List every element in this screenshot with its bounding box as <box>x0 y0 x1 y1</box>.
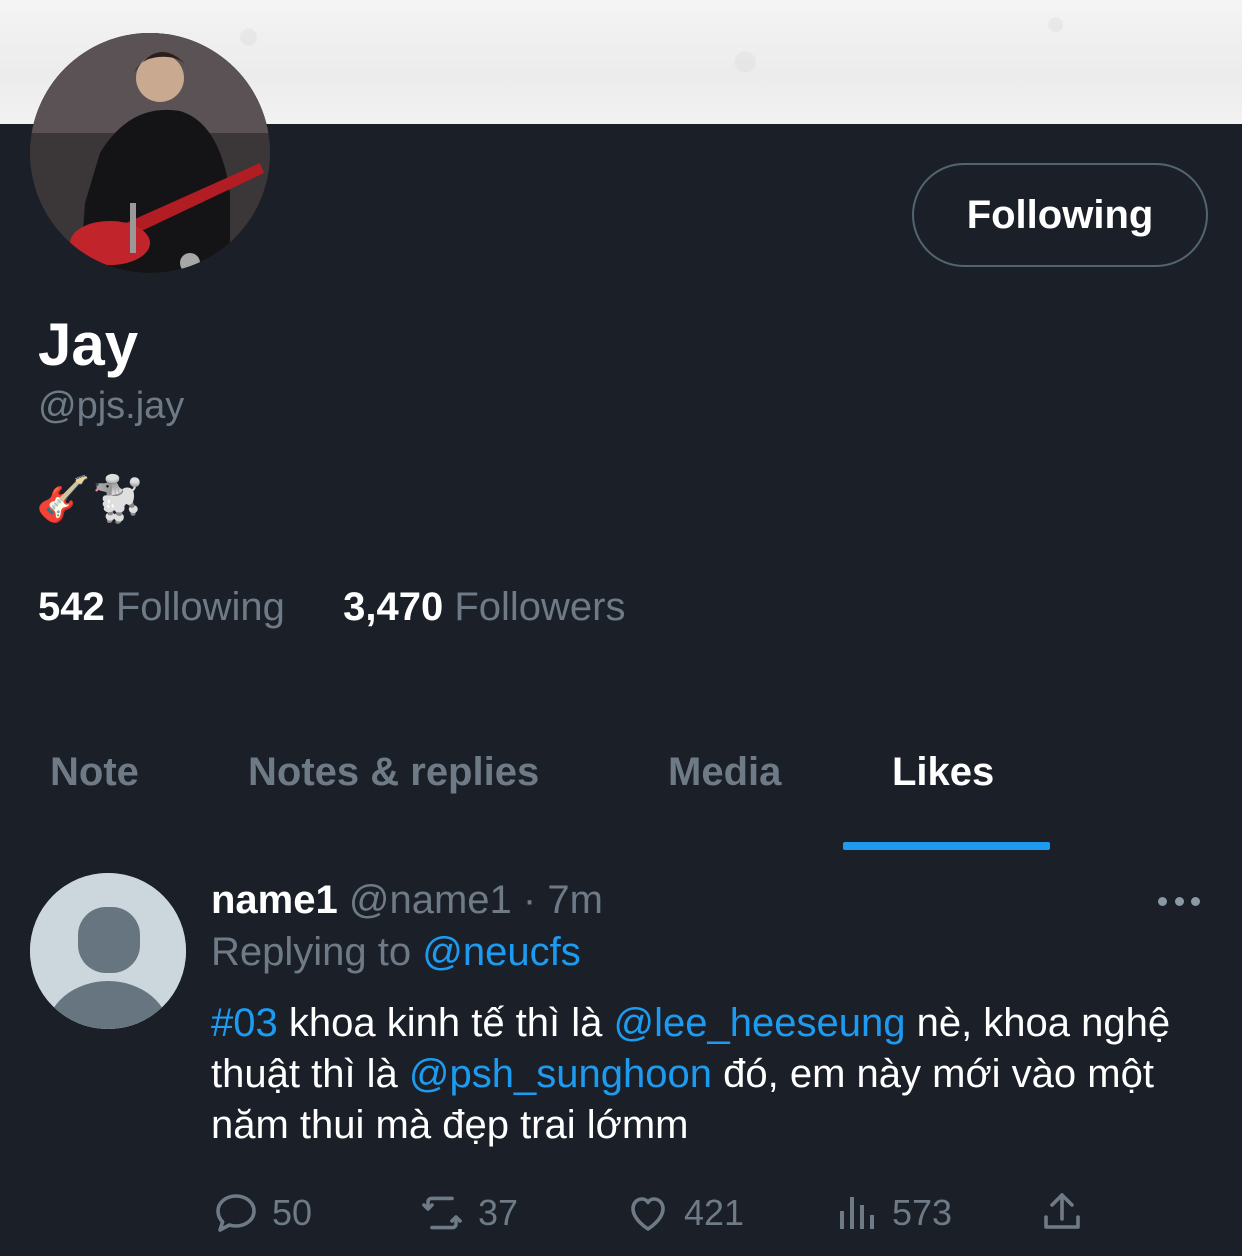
profile-handle: @pjs.jay <box>38 385 185 427</box>
post-actions: 50 37 421 573 <box>0 1185 1242 1241</box>
replying-prefix: Replying to <box>211 930 412 974</box>
profile-stats: 542 Following 3,470 Followers <box>38 585 625 630</box>
replying-to-link[interactable]: @neucfs <box>422 930 580 974</box>
views-count: 573 <box>892 1192 953 1233</box>
reply-count: 50 <box>272 1192 313 1233</box>
share-icon <box>1044 1193 1080 1229</box>
heart-icon <box>631 1197 665 1231</box>
post-time[interactable]: 7m <box>547 878 603 922</box>
post-author-name[interactable]: name1 <box>211 878 338 922</box>
followers-stat[interactable]: 3,470 Followers <box>343 585 625 629</box>
hashtag-link[interactable]: #03 <box>211 1001 278 1045</box>
post-header: name1 @name1 · 7m <box>211 878 603 923</box>
mention-link[interactable]: @psh_sunghoon <box>409 1052 712 1096</box>
tab-note[interactable]: Note <box>50 750 139 795</box>
views-icon <box>840 1197 874 1229</box>
post-text: #03 khoa kinh tế thì là @lee_heeseung nè… <box>211 998 1211 1151</box>
tab-likes[interactable]: Likes <box>892 750 994 795</box>
reply-button[interactable]: 50 <box>212 1185 312 1241</box>
post-author-avatar[interactable] <box>30 873 186 1029</box>
following-button[interactable]: Following <box>912 163 1208 267</box>
profile-avatar-image <box>30 33 270 273</box>
profile-avatar[interactable] <box>30 33 270 273</box>
mention-link[interactable]: @lee_heeseung <box>614 1001 906 1045</box>
like-button[interactable]: 421 <box>624 1185 744 1241</box>
tab-media[interactable]: Media <box>668 750 781 795</box>
like-count: 421 <box>684 1192 745 1233</box>
profile-display-name: Jay <box>38 311 139 378</box>
following-stat[interactable]: 542 Following <box>38 585 296 629</box>
active-tab-indicator <box>843 842 1050 850</box>
tab-notes-replies[interactable]: Notes & replies <box>248 750 539 795</box>
repost-icon <box>422 1196 462 1230</box>
following-label: Following <box>115 585 285 629</box>
default-avatar-icon <box>30 873 186 1029</box>
followers-label: Followers <box>454 585 626 629</box>
post-separator: · <box>522 878 537 922</box>
post-author-handle[interactable]: @name1 <box>349 878 512 922</box>
share-button[interactable] <box>1038 1185 1098 1241</box>
views-button[interactable]: 573 <box>832 1185 952 1241</box>
following-count: 542 <box>38 585 105 629</box>
replying-to: Replying to @neucfs <box>211 930 581 975</box>
profile-bio: 🎸🐩 <box>36 475 146 524</box>
reply-icon <box>216 1194 256 1232</box>
followers-count: 3,470 <box>343 585 444 629</box>
more-icon[interactable] <box>1158 893 1200 909</box>
post-text-segment: khoa kinh tế thì là <box>277 1001 614 1045</box>
repost-button[interactable]: 37 <box>418 1185 518 1241</box>
repost-count: 37 <box>478 1192 519 1233</box>
